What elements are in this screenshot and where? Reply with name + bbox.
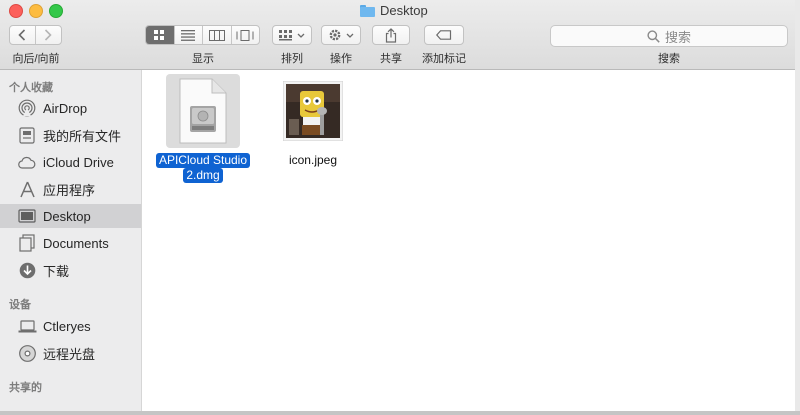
all-files-icon xyxy=(17,126,37,144)
cover-flow-icon xyxy=(236,29,254,41)
file-name: icon.jpeg xyxy=(288,153,338,167)
window-title-text: Desktop xyxy=(380,3,428,18)
finder-window: Desktop 向后/向前 显示 排列 操作 共享 添加标记 搜索 搜索 个人收… xyxy=(0,0,796,413)
chevron-left-icon xyxy=(18,29,26,41)
window-edge xyxy=(0,411,800,415)
nav-label: 向后/向前 xyxy=(12,53,60,65)
search-field[interactable]: 搜索 xyxy=(550,25,788,47)
documents-icon xyxy=(17,234,37,252)
desktop-icon xyxy=(17,207,37,225)
gear-icon xyxy=(329,29,341,41)
view-list-button[interactable] xyxy=(175,26,203,44)
view-gallery-button[interactable] xyxy=(232,26,260,44)
sidebar-item-applications[interactable]: 应用程序 xyxy=(0,177,141,201)
search-icon xyxy=(647,29,660,43)
forward-button[interactable] xyxy=(36,26,61,44)
add-tag-button[interactable] xyxy=(424,25,464,45)
sidebar-item-icloud-drive[interactable]: iCloud Drive xyxy=(0,150,141,174)
action-button[interactable] xyxy=(321,25,361,45)
share-button[interactable] xyxy=(372,25,410,45)
chevron-down-icon xyxy=(297,33,305,38)
sidebar-item-label: Desktop xyxy=(43,208,91,224)
file-item[interactable]: icon.jpeg xyxy=(278,74,348,168)
share-icon xyxy=(385,27,397,43)
search-label: 搜索 xyxy=(658,53,680,65)
devices-header: 设备 xyxy=(9,299,31,311)
sidebar-item-label: 我的所有文件 xyxy=(43,128,122,144)
view-label: 显示 xyxy=(192,53,214,65)
cloud-icon xyxy=(17,153,37,171)
arrange-button[interactable] xyxy=(272,25,312,45)
sidebar-item-label: Documents xyxy=(43,235,109,251)
window-edge xyxy=(795,0,800,415)
view-icons-button[interactable] xyxy=(146,26,175,44)
tags-label: 添加标记 xyxy=(422,53,466,65)
sidebar-item-ctleryes[interactable]: Ctleryes xyxy=(0,314,141,338)
sidebar: 个人收藏 AirDrop 我的所有文件 iCloud Drive 应用程序 De… xyxy=(0,70,142,413)
search-placeholder: 搜索 xyxy=(664,29,691,45)
arrange-grid-icon xyxy=(279,29,292,40)
disc-icon xyxy=(17,344,37,362)
sidebar-item-downloads[interactable]: 下载 xyxy=(0,258,141,282)
tag-icon xyxy=(436,30,452,40)
sidebar-item-label: AirDrop xyxy=(43,100,88,116)
file-name: APICloud Studio 2.dmg xyxy=(155,153,251,183)
view-mode-control xyxy=(145,25,260,45)
toolbar: Desktop 向后/向前 显示 排列 操作 共享 添加标记 搜索 搜索 xyxy=(0,0,795,70)
sidebar-item-label: 应用程序 xyxy=(43,182,96,198)
folder-icon xyxy=(360,4,375,17)
close-window-button[interactable] xyxy=(9,4,23,18)
back-button[interactable] xyxy=(10,26,36,44)
sidebar-item-label: iCloud Drive xyxy=(43,154,114,170)
sidebar-item-documents[interactable]: Documents xyxy=(0,231,141,255)
file-name-line: 2.dmg xyxy=(183,168,223,183)
arrange-label: 排列 xyxy=(281,53,303,65)
list-view-icon xyxy=(181,29,196,41)
laptop-icon xyxy=(17,317,37,335)
sidebar-item-remote-disc[interactable]: 远程光盘 xyxy=(0,341,141,365)
shared-header: 共享的 xyxy=(9,382,42,394)
file-name-line: APICloud Studio xyxy=(155,153,251,168)
view-columns-button[interactable] xyxy=(203,26,232,44)
airdrop-icon xyxy=(17,99,37,117)
back-forward-control xyxy=(9,25,62,45)
zoom-window-button[interactable] xyxy=(49,4,63,18)
applications-icon xyxy=(17,180,37,198)
favorites-header: 个人收藏 xyxy=(9,82,53,94)
file-browser: APICloud Studio 2.dmg icon.jpeg xyxy=(142,70,795,413)
sidebar-item-airdrop[interactable]: AirDrop xyxy=(0,96,141,120)
action-label: 操作 xyxy=(330,53,352,65)
dmg-file-icon xyxy=(166,74,240,148)
sidebar-item-label: 远程光盘 xyxy=(43,346,96,362)
minimize-window-button[interactable] xyxy=(29,4,43,18)
download-icon xyxy=(17,261,37,279)
file-item[interactable]: APICloud Studio 2.dmg xyxy=(148,74,258,183)
column-view-icon xyxy=(208,29,225,41)
image-thumbnail xyxy=(276,74,350,148)
sidebar-item-label: 下载 xyxy=(43,263,70,279)
sidebar-item-all-files[interactable]: 我的所有文件 xyxy=(0,123,141,147)
chevron-right-icon xyxy=(45,29,52,41)
chevron-down-icon xyxy=(346,33,354,38)
window-title: Desktop xyxy=(360,3,428,18)
share-label: 共享 xyxy=(380,53,402,65)
sidebar-item-desktop[interactable]: Desktop xyxy=(0,204,141,228)
sidebar-item-label: Ctleryes xyxy=(43,318,91,334)
icon-grid-icon xyxy=(154,29,165,40)
